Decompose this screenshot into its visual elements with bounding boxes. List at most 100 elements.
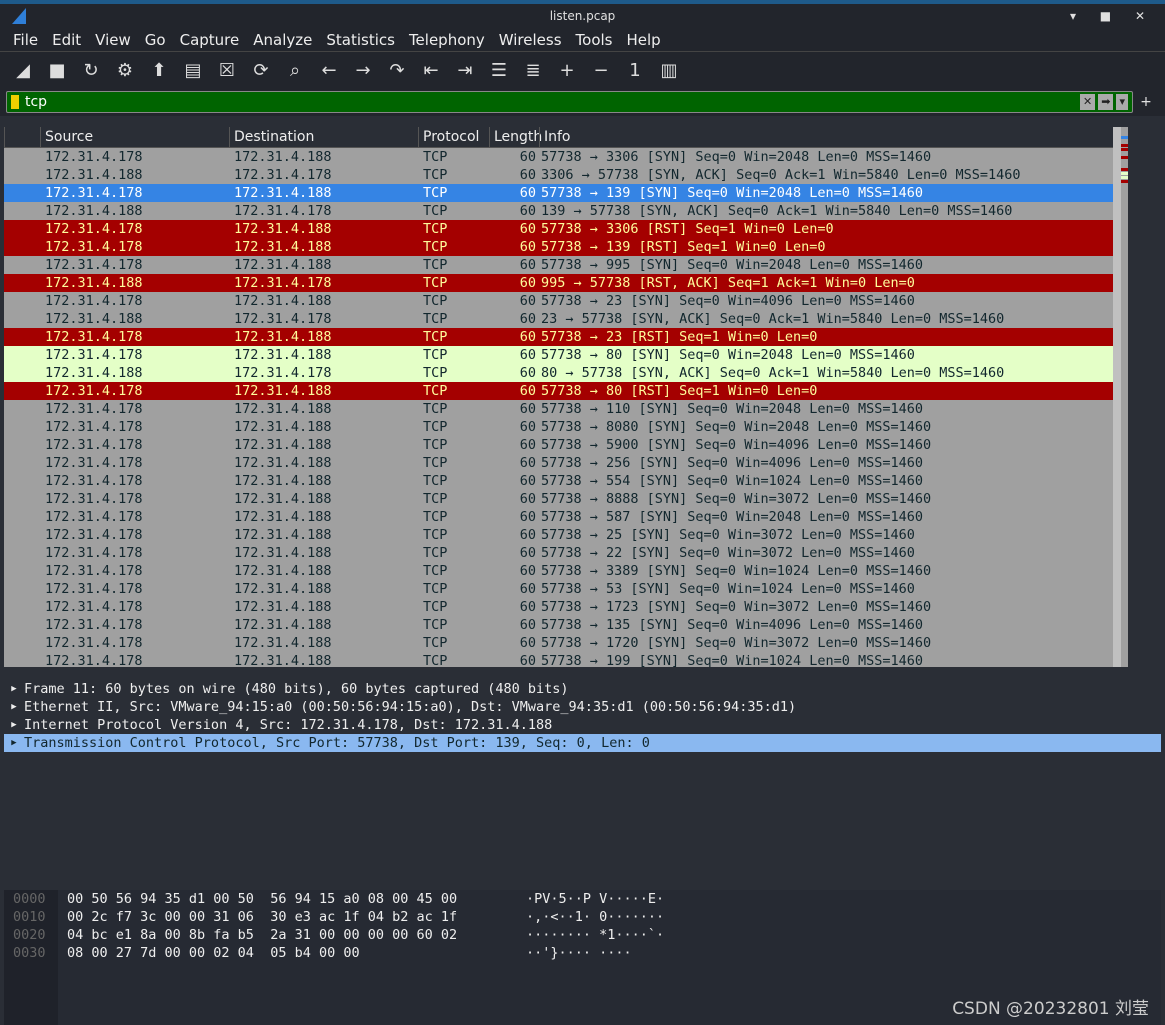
menu-statistics[interactable]: Statistics bbox=[319, 28, 402, 51]
packet-row[interactable]: 172.31.4.188 172.31.4.178 TCP 60 23 → 57738 … bbox=[4, 310, 1121, 328]
packet-row[interactable]: 172.31.4.178 172.31.4.188 TCP 60 57738 → 172… bbox=[4, 634, 1121, 652]
column-header-info[interactable]: Info bbox=[539, 127, 1121, 147]
zoom-in-icon[interactable]: + bbox=[554, 57, 580, 83]
packet-info: 995 → 57738 [RST, ACK] Seq=1 Ack=1 Win=0… bbox=[541, 275, 915, 291]
file-icon[interactable]: ▤ bbox=[180, 57, 206, 83]
packet-row[interactable]: 172.31.4.178 172.31.4.188 TCP 60 57738 → 995… bbox=[4, 256, 1121, 274]
resize-columns-icon[interactable]: ▥ bbox=[656, 57, 682, 83]
menu-capture[interactable]: Capture bbox=[173, 28, 247, 51]
ascii-line[interactable]: ········ *1····`· bbox=[526, 926, 664, 944]
packet-row[interactable]: 172.31.4.178 172.31.4.188 TCP 60 57738 → 330… bbox=[4, 148, 1121, 166]
last-packet-icon[interactable]: ⇥ bbox=[452, 57, 478, 83]
packet-row[interactable]: 172.31.4.178 172.31.4.188 TCP 60 57738 → 135… bbox=[4, 616, 1121, 634]
reload-icon[interactable]: ⟳ bbox=[248, 57, 274, 83]
hex-line[interactable]: 08 00 27 7d 00 00 02 04 05 b4 00 00 bbox=[67, 944, 457, 962]
forward-icon[interactable]: → bbox=[350, 57, 376, 83]
bookmark-icon[interactable] bbox=[11, 95, 19, 109]
column-header-protocol[interactable]: Protocol bbox=[418, 127, 489, 147]
zoom-out-icon[interactable]: − bbox=[588, 57, 614, 83]
packet-no bbox=[4, 544, 40, 562]
packet-row[interactable]: 172.31.4.188 172.31.4.178 TCP 60 80 → 57738 … bbox=[4, 364, 1121, 382]
expand-arrow-icon[interactable]: ▶ bbox=[4, 680, 24, 698]
ascii-line[interactable]: ··'}···· ···· bbox=[526, 944, 664, 962]
packet-row[interactable]: 172.31.4.178 172.31.4.188 TCP 60 57738 → 338… bbox=[4, 562, 1121, 580]
packet-row[interactable]: 172.31.4.188 172.31.4.178 TCP 60 3306 → 5773… bbox=[4, 166, 1121, 184]
packet-source: 172.31.4.178 bbox=[45, 491, 143, 507]
column-header-no[interactable] bbox=[4, 127, 40, 147]
goto-icon[interactable]: ↷ bbox=[384, 57, 410, 83]
column-header-length[interactable]: Length bbox=[489, 127, 542, 147]
close-file-icon[interactable]: ☒ bbox=[214, 57, 240, 83]
menu-analyze[interactable]: Analyze bbox=[246, 28, 319, 51]
stop-icon[interactable]: ■ bbox=[44, 57, 70, 83]
detail-tree-item[interactable]: ▶ Frame 11: 60 bytes on wire (480 bits), … bbox=[4, 680, 1161, 698]
menu-view[interactable]: View bbox=[88, 28, 138, 51]
hex-line[interactable]: 00 2c f7 3c 00 00 31 06 30 e3 ac 1f 04 b… bbox=[67, 908, 457, 926]
menu-edit[interactable]: Edit bbox=[45, 28, 88, 51]
hex-bytes[interactable]: 00 50 56 94 35 d1 00 50 56 94 15 a0 08 0… bbox=[67, 890, 457, 962]
add-filter-button[interactable]: + bbox=[1133, 94, 1159, 110]
menu-wireless[interactable]: Wireless bbox=[492, 28, 569, 51]
detail-tree-item[interactable]: ▶ Internet Protocol Version 4, Src: 172.3… bbox=[4, 716, 1161, 734]
packet-row[interactable]: 172.31.4.178 172.31.4.188 TCP 60 57738 → 587… bbox=[4, 508, 1121, 526]
packet-row[interactable]: 172.31.4.178 172.31.4.188 TCP 60 57738 → 330… bbox=[4, 220, 1121, 238]
apply-filter-icon[interactable]: ➡ bbox=[1098, 94, 1114, 110]
packet-row[interactable]: 172.31.4.178 172.31.4.188 TCP 60 57738 → 110… bbox=[4, 400, 1121, 418]
search-icon[interactable]: ⌕ bbox=[282, 57, 308, 83]
column-header-source[interactable]: Source bbox=[40, 127, 229, 147]
packet-row[interactable]: 172.31.4.178 172.31.4.188 TCP 60 57738 → 23 … bbox=[4, 328, 1121, 346]
packet-minimap[interactable] bbox=[1121, 127, 1128, 667]
expand-arrow-icon[interactable]: ▶ bbox=[4, 734, 24, 752]
packet-row[interactable]: 172.31.4.178 172.31.4.188 TCP 60 57738 → 199… bbox=[4, 652, 1121, 667]
display-filter-input[interactable]: tcp ✕ ➡ ▾ bbox=[6, 91, 1133, 113]
hex-ascii[interactable]: ·PV·5··P V·····E· ·,·<··1· 0······· ······… bbox=[526, 890, 664, 962]
menu-file[interactable]: File bbox=[6, 28, 45, 51]
menu-tools[interactable]: Tools bbox=[569, 28, 620, 51]
minimap-mark bbox=[1121, 228, 1128, 231]
packet-row[interactable]: 172.31.4.178 172.31.4.188 TCP 60 57738 → 23 … bbox=[4, 292, 1121, 310]
detail-tree-item[interactable]: ▶ Ethernet II, Src: VMware_94:15:a0 (00:5… bbox=[4, 698, 1161, 716]
expand-arrow-icon[interactable]: ▶ bbox=[4, 716, 24, 734]
filter-history-dropdown-icon[interactable]: ▾ bbox=[1116, 94, 1128, 110]
autoscroll-icon[interactable]: ☰ bbox=[486, 57, 512, 83]
detail-tree-item[interactable]: ▶ Transmission Control Protocol, Src Port… bbox=[4, 734, 1161, 752]
menu-help[interactable]: Help bbox=[619, 28, 667, 51]
first-packet-icon[interactable]: ⇤ bbox=[418, 57, 444, 83]
options-gear-icon[interactable]: ⚙ bbox=[112, 57, 138, 83]
back-icon[interactable]: ← bbox=[316, 57, 342, 83]
packet-row[interactable]: 172.31.4.178 172.31.4.188 TCP 60 57738 → 554… bbox=[4, 472, 1121, 490]
restart-icon[interactable]: ↻ bbox=[78, 57, 104, 83]
packet-row[interactable]: 172.31.4.178 172.31.4.188 TCP 60 57738 → 22 … bbox=[4, 544, 1121, 562]
packet-row[interactable]: 172.31.4.178 172.31.4.188 TCP 60 57738 → 53 … bbox=[4, 580, 1121, 598]
packet-row[interactable]: 172.31.4.188 172.31.4.178 TCP 60 139 → 57738… bbox=[4, 202, 1121, 220]
packet-row[interactable]: 172.31.4.178 172.31.4.188 TCP 60 57738 → 25 … bbox=[4, 526, 1121, 544]
packet-row[interactable]: 172.31.4.178 172.31.4.188 TCP 60 57738 → 808… bbox=[4, 418, 1121, 436]
window-controls[interactable]: ▾ ■ ✕ bbox=[1070, 4, 1155, 28]
clear-filter-icon[interactable]: ✕ bbox=[1080, 94, 1096, 110]
packet-destination: 172.31.4.188 bbox=[234, 527, 332, 543]
ascii-line[interactable]: ·PV·5··P V·····E· bbox=[526, 890, 664, 908]
normal-size-icon[interactable]: 1 bbox=[622, 57, 648, 83]
menu-telephony[interactable]: Telephony bbox=[402, 28, 492, 51]
colorize-icon[interactable]: ≣ bbox=[520, 57, 546, 83]
packet-row[interactable]: 172.31.4.178 172.31.4.188 TCP 60 57738 → 590… bbox=[4, 436, 1121, 454]
packet-row[interactable]: 172.31.4.178 172.31.4.188 TCP 60 57738 → 256… bbox=[4, 454, 1121, 472]
packet-row[interactable]: 172.31.4.178 172.31.4.188 TCP 60 57738 → 172… bbox=[4, 598, 1121, 616]
packet-row[interactable]: 172.31.4.178 172.31.4.188 TCP 60 57738 → 80 … bbox=[4, 382, 1121, 400]
minimap-mark bbox=[1121, 216, 1128, 219]
packet-list-scrollbar[interactable] bbox=[1113, 127, 1121, 667]
packet-row[interactable]: 172.31.4.178 172.31.4.188 TCP 60 57738 → 139… bbox=[4, 184, 1121, 202]
menu-go[interactable]: Go bbox=[138, 28, 173, 51]
column-header-destination[interactable]: Destination bbox=[229, 127, 418, 147]
packet-row[interactable]: 172.31.4.188 172.31.4.178 TCP 60 995 → 57738… bbox=[4, 274, 1121, 292]
packet-source: 172.31.4.178 bbox=[45, 563, 143, 579]
hex-line[interactable]: 00 50 56 94 35 d1 00 50 56 94 15 a0 08 0… bbox=[67, 890, 457, 908]
packet-row[interactable]: 172.31.4.178 172.31.4.188 TCP 60 57738 → 139… bbox=[4, 238, 1121, 256]
packet-row[interactable]: 172.31.4.178 172.31.4.188 TCP 60 57738 → 888… bbox=[4, 490, 1121, 508]
expand-arrow-icon[interactable]: ▶ bbox=[4, 698, 24, 716]
hex-line[interactable]: 04 bc e1 8a 00 8b fa b5 2a 31 00 00 00 0… bbox=[67, 926, 457, 944]
open-icon[interactable]: ⬆ bbox=[146, 57, 172, 83]
packet-row[interactable]: 172.31.4.178 172.31.4.188 TCP 60 57738 → 80 … bbox=[4, 346, 1121, 364]
shark-start-icon[interactable]: ◢ bbox=[10, 57, 36, 83]
ascii-line[interactable]: ·,·<··1· 0······· bbox=[526, 908, 664, 926]
